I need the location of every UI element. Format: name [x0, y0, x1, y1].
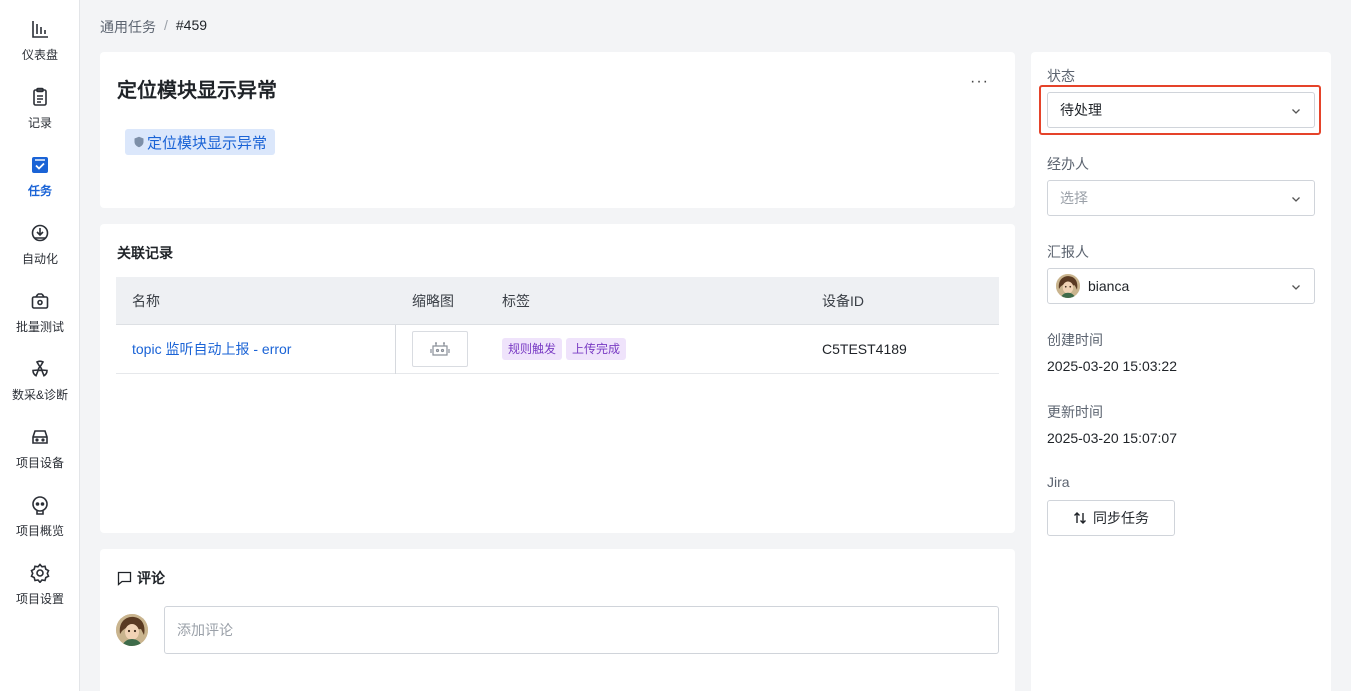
device-icon [29, 426, 51, 448]
created-time-value: 2025-03-20 15:03:22 [1047, 358, 1177, 374]
breadcrumb: 通用任务 / #459 [100, 17, 207, 37]
sidebar-item-dashboard[interactable]: 仪表盘 [0, 14, 80, 74]
assignee-placeholder: 选择 [1060, 190, 1088, 206]
records-table: 名称 缩略图 标签 设备ID topic 监听自动上报 - error 规则触发… [116, 277, 999, 374]
chevron-down-icon [1292, 197, 1300, 202]
sidebar-item-label: 批量测试 [15, 320, 64, 334]
clipboard-icon [29, 86, 51, 108]
gear-icon [29, 562, 51, 584]
created-time-label: 创建时间 [1047, 332, 1103, 348]
sidebar-item-devices[interactable]: 项目设备 [0, 422, 80, 482]
chevron-down-icon [1292, 109, 1300, 114]
updated-time-label: 更新时间 [1047, 404, 1103, 420]
status-label: 状态 [1047, 68, 1075, 84]
updated-time-value: 2025-03-20 15:07:07 [1047, 430, 1177, 446]
comment-heading-label: 评论 [137, 570, 165, 586]
sync-task-label: 同步任务 [1093, 510, 1149, 526]
table-header: 名称 缩略图 标签 设备ID [116, 277, 999, 325]
sidebar-item-label: 项目概览 [15, 524, 64, 538]
column-header-device-id: 设备ID [822, 292, 864, 309]
sidebar-item-label: 仪表盘 [21, 48, 58, 62]
assignee-select[interactable]: 选择 [1047, 180, 1315, 216]
task-details-panel: 状态 待处理 经办人 选择 汇报人 bianca 创建时间 2025-03-20… [1031, 52, 1331, 691]
robot-head-icon [29, 494, 51, 516]
avatar [116, 614, 148, 646]
radiation-icon [29, 358, 51, 380]
robot-placeholder-icon [430, 342, 450, 356]
column-header-thumbnail: 缩略图 [412, 292, 454, 309]
record-link[interactable]: topic 监听自动上报 - error [132, 339, 291, 359]
sidebar-item-label: 自动化 [21, 252, 58, 266]
page-title: 定位模块显示异常 [117, 80, 277, 102]
sidebar-item-tasks[interactable]: 任务 [0, 150, 80, 210]
more-options-button[interactable]: ··· [970, 74, 989, 90]
comment-card: 评论 [100, 549, 1015, 691]
comment-input[interactable] [164, 606, 999, 654]
status-value: 待处理 [1060, 102, 1102, 118]
reporter-select[interactable]: bianca [1047, 268, 1315, 304]
sync-arrows-icon [1074, 512, 1086, 524]
sidebar-item-records[interactable]: 记录 [0, 82, 80, 142]
comment-bubble-icon [117, 571, 132, 586]
comment-heading: 评论 [117, 568, 165, 588]
status-select[interactable]: 待处理 [1047, 92, 1315, 128]
task-tag[interactable]: 定位模块显示异常 [125, 129, 276, 155]
related-records-card: 关联记录 名称 缩略图 标签 设备ID topic 监听自动上报 - error… [100, 224, 1015, 533]
sidebar-item-settings[interactable]: 项目设置 [0, 558, 80, 618]
jira-label: Jira [1047, 474, 1070, 490]
sidebar-item-data-diagnosis[interactable]: 数采&诊断 [0, 354, 80, 414]
task-title-card: 定位模块显示异常 ··· 定位模块显示异常 [100, 52, 1015, 208]
task-check-icon [29, 154, 51, 176]
breadcrumb-parent[interactable]: 通用任务 [100, 17, 156, 37]
reporter-label: 汇报人 [1047, 244, 1089, 260]
automation-icon [29, 222, 51, 244]
shield-icon [134, 136, 144, 148]
sidebar-item-batch-test[interactable]: 批量测试 [0, 286, 80, 346]
breadcrumb-current: #459 [175, 17, 208, 33]
sidebar-item-label: 项目设置 [15, 592, 64, 606]
sidebar-item-label: 项目设备 [15, 456, 64, 470]
breadcrumb-separator: / [164, 17, 168, 33]
column-header-name: 名称 [132, 292, 160, 309]
sidebar-item-label: 记录 [27, 116, 52, 130]
record-tag: 上传完成 [566, 338, 627, 360]
sidebar-item-label: 任务 [27, 184, 52, 198]
sidebar-item-automation[interactable]: 自动化 [0, 218, 80, 278]
column-header-tags: 标签 [502, 292, 530, 309]
record-tag: 规则触发 [502, 338, 563, 360]
record-device-id: C5TEST4189 [822, 341, 907, 357]
sidebar-item-overview[interactable]: 项目概览 [0, 490, 80, 550]
sidebar-item-label: 数采&诊断 [11, 388, 68, 402]
sidebar: 仪表盘 记录 任务 自动化 批量测试 数采&诊断 项目设备 项目概览 项目设置 [0, 0, 80, 691]
related-records-heading: 关联记录 [117, 245, 173, 261]
batch-test-icon [29, 290, 51, 312]
avatar [1056, 274, 1080, 298]
record-thumbnail[interactable] [412, 331, 468, 367]
table-row: topic 监听自动上报 - error 规则触发 上传完成 C5TEST4189 [116, 324, 999, 374]
reporter-value: bianca [1088, 278, 1130, 294]
sync-task-button[interactable]: 同步任务 [1047, 500, 1175, 536]
chevron-down-icon [1292, 285, 1300, 290]
task-tag-label: 定位模块显示异常 [147, 134, 268, 152]
bar-chart-icon [29, 18, 51, 40]
assignee-label: 经办人 [1047, 156, 1089, 172]
